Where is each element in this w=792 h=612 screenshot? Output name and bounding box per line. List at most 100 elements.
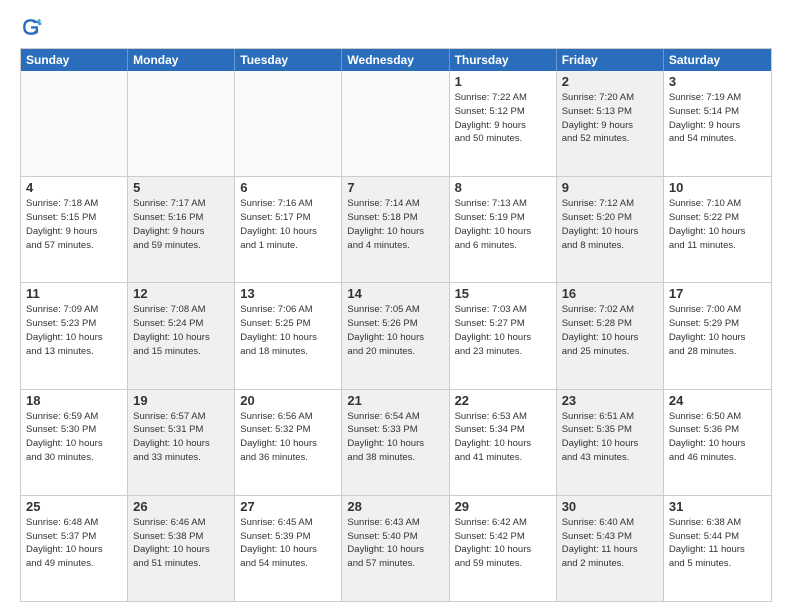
- weekday-header: Thursday: [450, 49, 557, 71]
- day-number: 28: [347, 499, 443, 514]
- day-info: Sunrise: 7:05 AMSunset: 5:26 PMDaylight:…: [347, 303, 443, 358]
- calendar-cell: 2 Sunrise: 7:20 AMSunset: 5:13 PMDaylight…: [557, 71, 664, 176]
- day-number: 27: [240, 499, 336, 514]
- calendar-cell: 29Sunrise: 6:42 AMSunset: 5:42 PMDayligh…: [450, 496, 557, 601]
- day-number: 8: [455, 180, 551, 195]
- calendar-row: 11 Sunrise: 7:09 AMSunset: 5:23 PMDayligh…: [21, 283, 771, 389]
- calendar-cell: 15Sunrise: 7:03 AMSunset: 5:27 PMDayligh…: [450, 283, 557, 388]
- calendar-row: 25Sunrise: 6:48 AMSunset: 5:37 PMDayligh…: [21, 496, 771, 601]
- calendar-cell: [128, 71, 235, 176]
- calendar-cell: 9Sunrise: 7:12 AMSunset: 5:20 PMDaylight…: [557, 177, 664, 282]
- calendar-header: SundayMondayTuesdayWednesdayThursdayFrid…: [21, 49, 771, 71]
- header: [20, 16, 772, 38]
- day-number: 24: [669, 393, 766, 408]
- calendar-cell: [21, 71, 128, 176]
- logo-icon: [20, 16, 42, 38]
- day-number: 4: [26, 180, 122, 195]
- day-info: Sunrise: 6:50 AMSunset: 5:36 PMDaylight:…: [669, 410, 766, 465]
- calendar-cell: 21 Sunrise: 6:54 AMSunset: 5:33 PMDayligh…: [342, 390, 449, 495]
- day-info: Sunrise: 7:20 AMSunset: 5:13 PMDaylight:…: [562, 91, 658, 146]
- day-info: Sunrise: 6:46 AMSunset: 5:38 PMDaylight:…: [133, 516, 229, 571]
- day-number: 29: [455, 499, 551, 514]
- calendar-cell: 12Sunrise: 7:08 AMSunset: 5:24 PMDayligh…: [128, 283, 235, 388]
- calendar-cell: 23 Sunrise: 6:51 AMSunset: 5:35 PMDayligh…: [557, 390, 664, 495]
- calendar-row: 1 Sunrise: 7:22 AMSunset: 5:12 PMDaylight…: [21, 71, 771, 177]
- day-info: Sunrise: 7:22 AMSunset: 5:12 PMDaylight:…: [455, 91, 551, 146]
- day-info: Sunrise: 6:57 AMSunset: 5:31 PMDaylight:…: [133, 410, 229, 465]
- calendar-cell: 25Sunrise: 6:48 AMSunset: 5:37 PMDayligh…: [21, 496, 128, 601]
- day-number: 3: [669, 74, 766, 89]
- day-info: Sunrise: 6:53 AMSunset: 5:34 PMDaylight:…: [455, 410, 551, 465]
- calendar-cell: 5Sunrise: 7:17 AMSunset: 5:16 PMDaylight…: [128, 177, 235, 282]
- day-number: 22: [455, 393, 551, 408]
- calendar-cell: 13Sunrise: 7:06 AMSunset: 5:25 PMDayligh…: [235, 283, 342, 388]
- calendar-cell: 26 Sunrise: 6:46 AMSunset: 5:38 PMDayligh…: [128, 496, 235, 601]
- day-info: Sunrise: 6:43 AMSunset: 5:40 PMDaylight:…: [347, 516, 443, 571]
- day-info: Sunrise: 7:12 AMSunset: 5:20 PMDaylight:…: [562, 197, 658, 252]
- calendar-cell: 22 Sunrise: 6:53 AMSunset: 5:34 PMDayligh…: [450, 390, 557, 495]
- day-info: Sunrise: 7:17 AMSunset: 5:16 PMDaylight:…: [133, 197, 229, 252]
- calendar-body: 1 Sunrise: 7:22 AMSunset: 5:12 PMDaylight…: [21, 71, 771, 601]
- day-info: Sunrise: 7:06 AMSunset: 5:25 PMDaylight:…: [240, 303, 336, 358]
- day-number: 11: [26, 286, 122, 301]
- day-number: 2: [562, 74, 658, 89]
- day-info: Sunrise: 6:54 AMSunset: 5:33 PMDaylight:…: [347, 410, 443, 465]
- calendar-cell: [342, 71, 449, 176]
- day-info: Sunrise: 7:00 AMSunset: 5:29 PMDaylight:…: [669, 303, 766, 358]
- calendar-cell: 28 Sunrise: 6:43 AMSunset: 5:40 PMDayligh…: [342, 496, 449, 601]
- day-number: 21: [347, 393, 443, 408]
- day-number: 10: [669, 180, 766, 195]
- day-info: Sunrise: 7:10 AMSunset: 5:22 PMDaylight:…: [669, 197, 766, 252]
- calendar-cell: 20 Sunrise: 6:56 AMSunset: 5:32 PMDayligh…: [235, 390, 342, 495]
- day-info: Sunrise: 6:45 AMSunset: 5:39 PMDaylight:…: [240, 516, 336, 571]
- calendar-cell: 24 Sunrise: 6:50 AMSunset: 5:36 PMDayligh…: [664, 390, 771, 495]
- calendar-cell: 3Sunrise: 7:19 AMSunset: 5:14 PMDaylight…: [664, 71, 771, 176]
- day-info: Sunrise: 6:56 AMSunset: 5:32 PMDaylight:…: [240, 410, 336, 465]
- day-info: Sunrise: 7:13 AMSunset: 5:19 PMDaylight:…: [455, 197, 551, 252]
- weekday-header: Wednesday: [342, 49, 449, 71]
- day-number: 6: [240, 180, 336, 195]
- calendar-cell: 4 Sunrise: 7:18 AMSunset: 5:15 PMDaylight…: [21, 177, 128, 282]
- day-number: 18: [26, 393, 122, 408]
- day-number: 26: [133, 499, 229, 514]
- day-number: 14: [347, 286, 443, 301]
- day-info: Sunrise: 7:09 AMSunset: 5:23 PMDaylight:…: [26, 303, 122, 358]
- day-number: 17: [669, 286, 766, 301]
- calendar-cell: 30Sunrise: 6:40 AMSunset: 5:43 PMDayligh…: [557, 496, 664, 601]
- day-number: 19: [133, 393, 229, 408]
- calendar-cell: [235, 71, 342, 176]
- day-number: 31: [669, 499, 766, 514]
- day-info: Sunrise: 7:02 AMSunset: 5:28 PMDaylight:…: [562, 303, 658, 358]
- day-info: Sunrise: 7:16 AMSunset: 5:17 PMDaylight:…: [240, 197, 336, 252]
- weekday-header: Friday: [557, 49, 664, 71]
- day-number: 23: [562, 393, 658, 408]
- calendar-cell: 11 Sunrise: 7:09 AMSunset: 5:23 PMDayligh…: [21, 283, 128, 388]
- calendar-cell: 14 Sunrise: 7:05 AMSunset: 5:26 PMDayligh…: [342, 283, 449, 388]
- calendar-cell: 10 Sunrise: 7:10 AMSunset: 5:22 PMDayligh…: [664, 177, 771, 282]
- day-info: Sunrise: 7:14 AMSunset: 5:18 PMDaylight:…: [347, 197, 443, 252]
- day-number: 16: [562, 286, 658, 301]
- calendar-cell: 31 Sunrise: 6:38 AMSunset: 5:44 PMDayligh…: [664, 496, 771, 601]
- day-number: 12: [133, 286, 229, 301]
- calendar-cell: 18Sunrise: 6:59 AMSunset: 5:30 PMDayligh…: [21, 390, 128, 495]
- calendar: SundayMondayTuesdayWednesdayThursdayFrid…: [20, 48, 772, 602]
- page: SundayMondayTuesdayWednesdayThursdayFrid…: [0, 0, 792, 612]
- day-number: 20: [240, 393, 336, 408]
- day-info: Sunrise: 6:48 AMSunset: 5:37 PMDaylight:…: [26, 516, 122, 571]
- day-number: 1: [455, 74, 551, 89]
- day-number: 15: [455, 286, 551, 301]
- weekday-header: Sunday: [21, 49, 128, 71]
- calendar-row: 18Sunrise: 6:59 AMSunset: 5:30 PMDayligh…: [21, 390, 771, 496]
- calendar-cell: 27 Sunrise: 6:45 AMSunset: 5:39 PMDayligh…: [235, 496, 342, 601]
- calendar-cell: 16 Sunrise: 7:02 AMSunset: 5:28 PMDayligh…: [557, 283, 664, 388]
- day-number: 30: [562, 499, 658, 514]
- day-info: Sunrise: 6:51 AMSunset: 5:35 PMDaylight:…: [562, 410, 658, 465]
- weekday-header: Saturday: [664, 49, 771, 71]
- day-info: Sunrise: 6:38 AMSunset: 5:44 PMDaylight:…: [669, 516, 766, 571]
- calendar-cell: 7Sunrise: 7:14 AMSunset: 5:18 PMDaylight…: [342, 177, 449, 282]
- weekday-header: Tuesday: [235, 49, 342, 71]
- calendar-row: 4 Sunrise: 7:18 AMSunset: 5:15 PMDaylight…: [21, 177, 771, 283]
- calendar-cell: 17 Sunrise: 7:00 AMSunset: 5:29 PMDayligh…: [664, 283, 771, 388]
- calendar-cell: 6 Sunrise: 7:16 AMSunset: 5:17 PMDaylight…: [235, 177, 342, 282]
- day-info: Sunrise: 7:18 AMSunset: 5:15 PMDaylight:…: [26, 197, 122, 252]
